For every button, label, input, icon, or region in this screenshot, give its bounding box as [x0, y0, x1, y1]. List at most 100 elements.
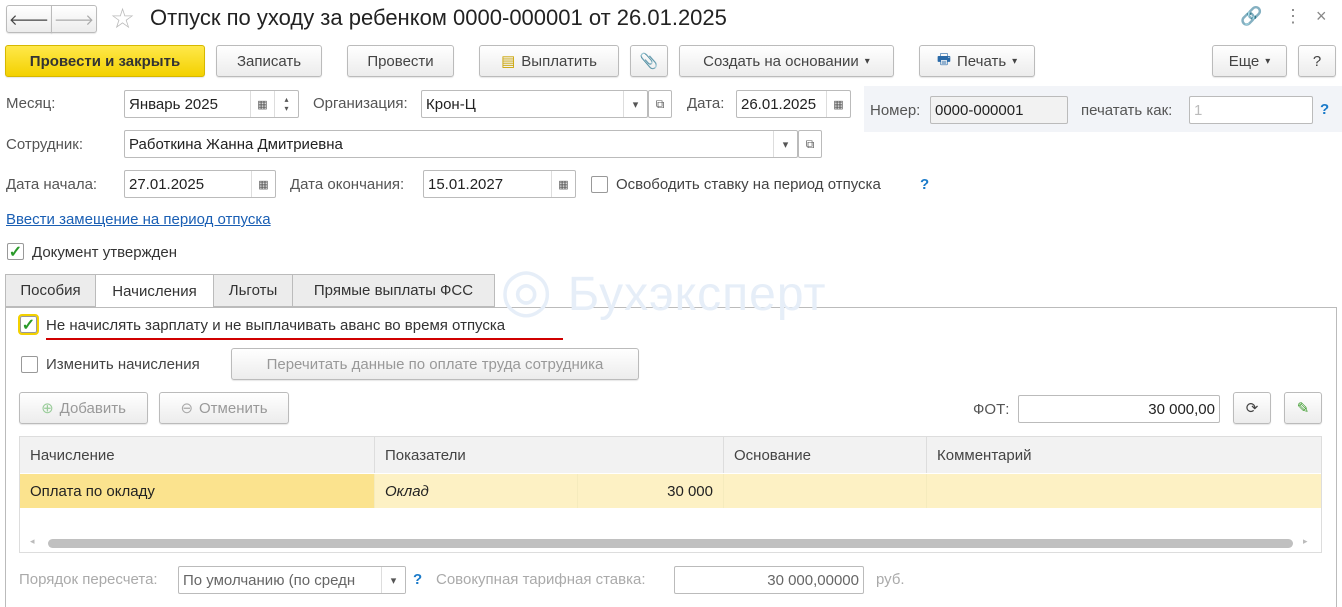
cell-indicator[interactable]: Оклад	[375, 474, 578, 508]
calendar-icon[interactable]: ▦	[826, 91, 850, 117]
recalc-value: По умолчанию (по средн	[183, 571, 356, 589]
currency-label: руб.	[876, 571, 905, 588]
cancel-label: Отменить	[199, 399, 268, 417]
tab-accruals[interactable]: Начисления	[95, 274, 214, 308]
help-icon[interactable]: ?	[413, 571, 422, 588]
column-header-indicators[interactable]: Показатели	[375, 437, 724, 473]
month-spinner[interactable]: ▴ ▾	[274, 91, 298, 117]
scroll-right-icon[interactable]: ▸	[1303, 536, 1308, 547]
open-employee-button[interactable]: ⧉	[798, 130, 822, 158]
star-icon[interactable]: ☆	[110, 2, 135, 35]
help-button[interactable]: ?	[1298, 45, 1336, 77]
add-button[interactable]: ⊕ Добавить	[19, 392, 148, 424]
watermark-emblem-icon: ◎	[500, 256, 554, 323]
number-field[interactable]: 0000-000001	[930, 96, 1068, 124]
chevron-down-icon: ▾	[1265, 55, 1271, 67]
cancel-button[interactable]: ⊖ Отменить	[159, 392, 289, 424]
number-value: 0000-000001	[935, 101, 1024, 119]
calendar-icon[interactable]: ▦	[551, 171, 575, 197]
rate-value: 30 000,00000	[767, 571, 859, 589]
rate-field[interactable]: 30 000,00000	[674, 566, 864, 594]
link-icon[interactable]: 🔗	[1240, 6, 1262, 27]
post-and-close-button[interactable]: Провести и закрыть	[5, 45, 205, 77]
recalc-select[interactable]: По умолчанию (по средн ▾	[178, 566, 406, 594]
print-button[interactable]: 🖶 Печать ▾	[919, 45, 1035, 77]
replacement-link[interactable]: Ввести замещение на период отпуска	[6, 211, 271, 228]
cell-comment[interactable]	[927, 474, 1321, 508]
free-rate-checkbox[interactable]	[591, 176, 608, 193]
column-header-comment[interactable]: Комментарий	[927, 437, 1321, 473]
recalc-label: Порядок пересчета:	[19, 571, 158, 588]
pencil-icon: ✎	[1296, 400, 1310, 417]
free-rate-label: Освободить ставку на период отпуска	[616, 176, 881, 193]
no-salary-label: Не начислять зарплату и не выплачивать а…	[46, 317, 506, 334]
month-label: Месяц:	[6, 95, 56, 112]
plus-circle-icon: ⊕	[41, 400, 54, 417]
change-accruals-checkbox[interactable]	[21, 356, 38, 373]
post-button[interactable]: Провести	[347, 45, 454, 77]
org-field[interactable]: Крон-Ц ▾	[421, 90, 648, 118]
cell-accrual[interactable]: Оплата по окладу	[20, 474, 375, 508]
chevron-down-icon[interactable]: ▾	[773, 131, 797, 157]
date-field[interactable]: 26.01.2025 ▦	[736, 90, 851, 118]
watermark-logo: ◎ Бухэксперт	[500, 255, 827, 325]
forward-button[interactable]: 🡒	[51, 5, 97, 33]
approved-checkbox[interactable]: ✓	[7, 243, 24, 261]
tab-fss-payments[interactable]: Прямые выплаты ФСС	[292, 274, 495, 307]
scroll-left-icon[interactable]: ◂	[30, 536, 35, 547]
fot-field[interactable]: 30 000,00	[1018, 395, 1220, 423]
fot-label: ФОТ:	[973, 401, 1010, 418]
pay-button[interactable]: ▤ Выплатить	[479, 45, 619, 77]
watermark-text: Бухэксперт	[567, 268, 827, 321]
chevron-down-icon[interactable]: ▾	[381, 567, 405, 593]
cell-basis[interactable]	[724, 474, 927, 508]
help-icon[interactable]: ?	[920, 176, 929, 193]
more-label: Еще	[1228, 52, 1260, 70]
refresh-button[interactable]: ⟳	[1233, 392, 1271, 424]
create-based-label: Создать на основании	[703, 52, 859, 70]
chevron-down-icon[interactable]: ▾	[623, 91, 647, 117]
more-button[interactable]: Еще ▾	[1212, 45, 1287, 77]
approved-label: Документ утвержден	[32, 244, 177, 261]
tab-privileges[interactable]: Льготы	[213, 274, 293, 307]
column-header-basis[interactable]: Основание	[724, 437, 927, 473]
org-label: Организация:	[313, 95, 408, 112]
close-icon[interactable]: ×	[1316, 6, 1327, 27]
end-label: Дата окончания:	[290, 176, 405, 193]
tab-benefits[interactable]: Пособия	[5, 274, 96, 307]
pay-icon: ▤	[501, 53, 516, 70]
page-title: Отпуск по уходу за ребенком 0000-000001 …	[150, 5, 727, 30]
date-value: 26.01.2025	[741, 95, 817, 113]
calendar-icon[interactable]: ▦	[250, 91, 274, 117]
create-based-button[interactable]: Создать на основании ▾	[679, 45, 894, 77]
cell-value[interactable]: 30 000	[578, 474, 724, 508]
start-field[interactable]: 27.01.2025 ▦	[124, 170, 276, 198]
back-button[interactable]: 🡐	[6, 5, 52, 33]
reread-button[interactable]: Перечитать данные по оплате труда сотруд…	[231, 348, 639, 380]
number-label: Номер:	[870, 102, 921, 119]
attach-button[interactable]: 📎	[630, 45, 668, 77]
print-as-field[interactable]: 1	[1189, 96, 1313, 124]
print-as-label: печатать как:	[1081, 102, 1173, 119]
horizontal-scrollbar[interactable]	[48, 539, 1293, 548]
calendar-icon[interactable]: ▦	[251, 171, 275, 197]
edit-button[interactable]: ✎	[1284, 392, 1322, 424]
column-header-accrual[interactable]: Начисление	[20, 437, 375, 473]
change-accruals-label: Изменить начисления	[46, 356, 200, 373]
employee-value: Работкина Жанна Дмитриевна	[129, 135, 343, 153]
print-as-value: 1	[1194, 101, 1203, 119]
open-org-button[interactable]: ⧉	[648, 90, 672, 118]
month-value: Январь 2025	[129, 95, 218, 113]
printer-icon: 🖶	[936, 50, 951, 68]
pay-label: Выплатить	[521, 52, 597, 70]
no-salary-checkbox[interactable]: ✓	[18, 314, 39, 335]
month-field[interactable]: Январь 2025 ▦ ▴ ▾	[124, 90, 299, 118]
help-icon[interactable]: ?	[1320, 101, 1329, 118]
employee-field[interactable]: Работкина Жанна Дмитриевна ▾	[124, 130, 798, 158]
more-vert-icon[interactable]: ⋮	[1284, 6, 1302, 27]
add-label: Добавить	[59, 399, 126, 417]
save-button[interactable]: Записать	[216, 45, 322, 77]
end-field[interactable]: 15.01.2027 ▦	[423, 170, 576, 198]
paperclip-icon: 📎	[639, 53, 659, 70]
chevron-down-icon: ▾	[864, 55, 870, 67]
